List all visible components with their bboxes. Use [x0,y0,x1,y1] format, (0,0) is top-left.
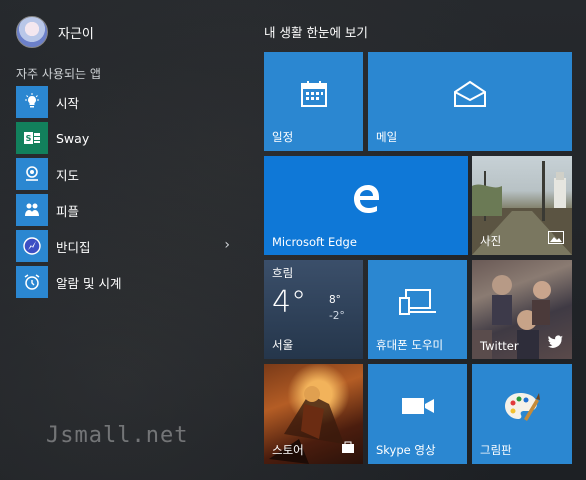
maps-icon [16,158,48,190]
alarm-clock-icon [16,266,48,298]
video-camera-icon [401,396,435,420]
weather-temperature: 4° [272,285,307,320]
watermark: Jsmall.net [46,423,189,448]
svg-text:S: S [26,134,32,143]
calendar-icon [299,79,329,113]
start-left-pane: 자근이 자주 사용되는 앱 시작 S Sway 지도 피플 반디집 › 알람 및… [0,0,258,480]
mail-icon [453,80,487,112]
lightbulb-icon [16,86,48,118]
tile-weather[interactable]: 흐림 4° 8° -2° 서울 [264,260,363,359]
tile-label: 스토어 [272,443,304,457]
twitter-bird-icon [548,334,564,353]
tile-mail[interactable]: 메일 [368,52,572,151]
app-item-sway[interactable]: S Sway [16,122,248,154]
tile-label: 메일 [376,130,398,144]
app-item-tips[interactable]: 시작 [16,86,248,118]
tile-label: Microsoft Edge [272,235,357,249]
weather-condition: 흐림 [272,266,294,280]
frequent-apps-list: 시작 S Sway 지도 피플 반디집 › 알람 및 시계 [16,86,248,302]
tile-photos[interactable]: 사진 [472,156,572,255]
tile-label: 그림판 [480,443,512,457]
app-item-alarms-clock[interactable]: 알람 및 시계 [16,266,248,298]
people-icon [16,194,48,226]
app-label: Sway [56,130,90,146]
app-label: 피플 [56,203,80,219]
app-item-maps[interactable]: 지도 [16,158,248,190]
weather-low: -2° [329,310,345,322]
tile-skype-video[interactable]: Skype 영상 [368,364,467,464]
app-label: 시작 [56,95,80,111]
app-item-people[interactable]: 피플 [16,194,248,226]
tile-store[interactable]: 스토어 [264,364,363,464]
tile-paint[interactable]: 그림판 [472,364,572,464]
chevron-right-icon[interactable]: › [224,237,230,253]
app-label: 지도 [56,167,80,183]
phone-laptop-icon [398,288,438,320]
paint-palette-icon [504,391,540,425]
tile-twitter[interactable]: Twitter [472,260,572,359]
app-label: 반디집 [56,239,91,255]
bandizip-icon [16,230,48,262]
avatar [16,16,48,48]
weather-high: 8° [329,294,341,306]
tile-group-title[interactable]: 내 생활 한눈에 보기 [264,22,368,41]
app-label: 알람 및 시계 [56,275,122,291]
tile-label: Twitter [480,339,519,353]
app-item-bandizip[interactable]: 반디집 › [16,230,248,262]
photos-image-icon [548,229,564,248]
tile-microsoft-edge[interactable]: Microsoft Edge [264,156,468,255]
user-account[interactable]: 자근이 [16,16,94,48]
username: 자근이 [58,26,94,42]
tile-label: 사진 [480,234,502,248]
tile-label: 일정 [272,130,294,144]
tile-calendar[interactable]: 일정 [264,52,363,151]
sway-icon: S [16,122,48,154]
weather-city: 서울 [272,338,294,352]
tile-label: 휴대폰 도우미 [376,338,444,352]
frequent-apps-heading: 자주 사용되는 앱 [16,67,101,81]
store-bag-icon [341,438,355,457]
edge-icon [351,183,381,217]
tile-label: Skype 영상 [376,443,436,457]
tile-phone-companion[interactable]: 휴대폰 도우미 [368,260,467,359]
